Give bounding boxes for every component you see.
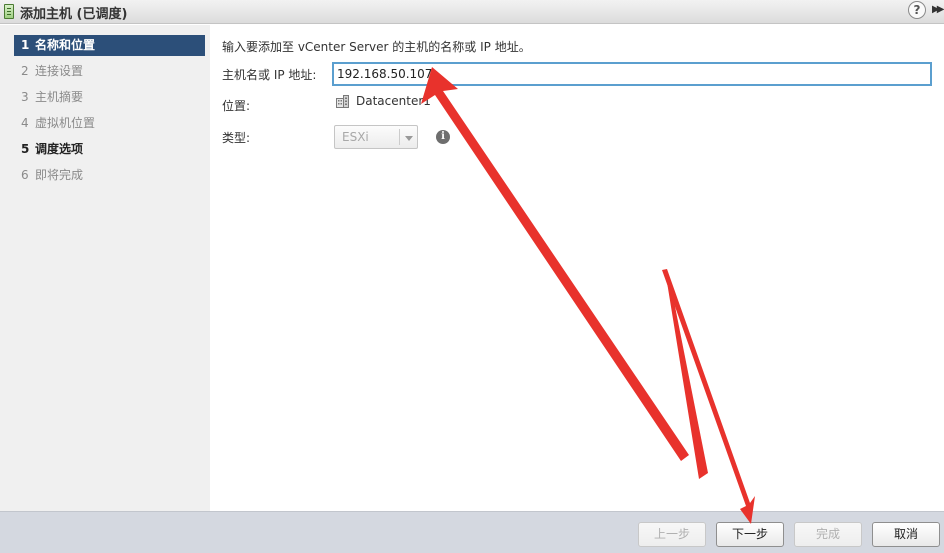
select-divider <box>399 129 400 145</box>
finish-button[interactable]: 完成 <box>794 522 862 547</box>
host-input[interactable] <box>332 62 932 86</box>
step-vm-location: 4 虚拟机位置 <box>21 116 96 130</box>
add-host-icon <box>4 4 14 19</box>
step-label: 连接设置 <box>35 64 84 78</box>
host-label: 主机名或 IP 地址: <box>222 68 317 82</box>
wizard-footer: 上一步 下一步 完成 取消 <box>0 511 944 553</box>
next-button[interactable]: 下一步 <box>716 522 784 547</box>
type-label: 类型: <box>222 131 251 145</box>
dialog-title: 添加主机 (已调度) <box>20 7 128 22</box>
step-label: 名称和位置 <box>35 38 96 52</box>
step-label: 主机摘要 <box>35 90 84 104</box>
instruction-text: 输入要添加至 vCenter Server 的主机的名称或 IP 地址。 <box>222 40 531 54</box>
type-value: ESXi <box>342 130 369 144</box>
form-panel: 输入要添加至 vCenter Server 的主机的名称或 IP 地址。 主机名… <box>210 25 944 511</box>
step-scheduling-options[interactable]: 5 调度选项 <box>14 139 205 160</box>
back-button[interactable]: 上一步 <box>638 522 706 547</box>
cancel-button[interactable]: 取消 <box>872 522 940 547</box>
step-host-summary: 3 主机摘要 <box>21 90 84 104</box>
location-value[interactable]: Datacenter1 <box>356 94 431 108</box>
type-select[interactable]: ESXi <box>334 125 418 149</box>
step-label: 调度选项 <box>35 142 84 156</box>
wizard-steps: 1 名称和位置 2 连接设置 3 主机摘要 4 虚拟机位置 5 调度选项 6 即将完成 <box>0 25 210 511</box>
step-ready-to-complete: 6 即将完成 <box>21 168 84 182</box>
expand-icon[interactable]: ▶▶ <box>932 4 944 15</box>
datacenter-icon <box>336 95 349 108</box>
step-label: 即将完成 <box>35 168 84 182</box>
help-button[interactable]: ? <box>908 1 926 19</box>
title-bar: 添加主机 (已调度) ? ▶▶ <box>0 0 944 24</box>
step-label: 虚拟机位置 <box>35 116 96 130</box>
info-icon[interactable]: i <box>436 130 450 144</box>
step-name-and-location[interactable]: 1 名称和位置 <box>14 35 205 56</box>
chevron-down-icon <box>405 136 413 141</box>
location-label: 位置: <box>222 99 251 113</box>
step-connection-settings: 2 连接设置 <box>21 64 84 78</box>
